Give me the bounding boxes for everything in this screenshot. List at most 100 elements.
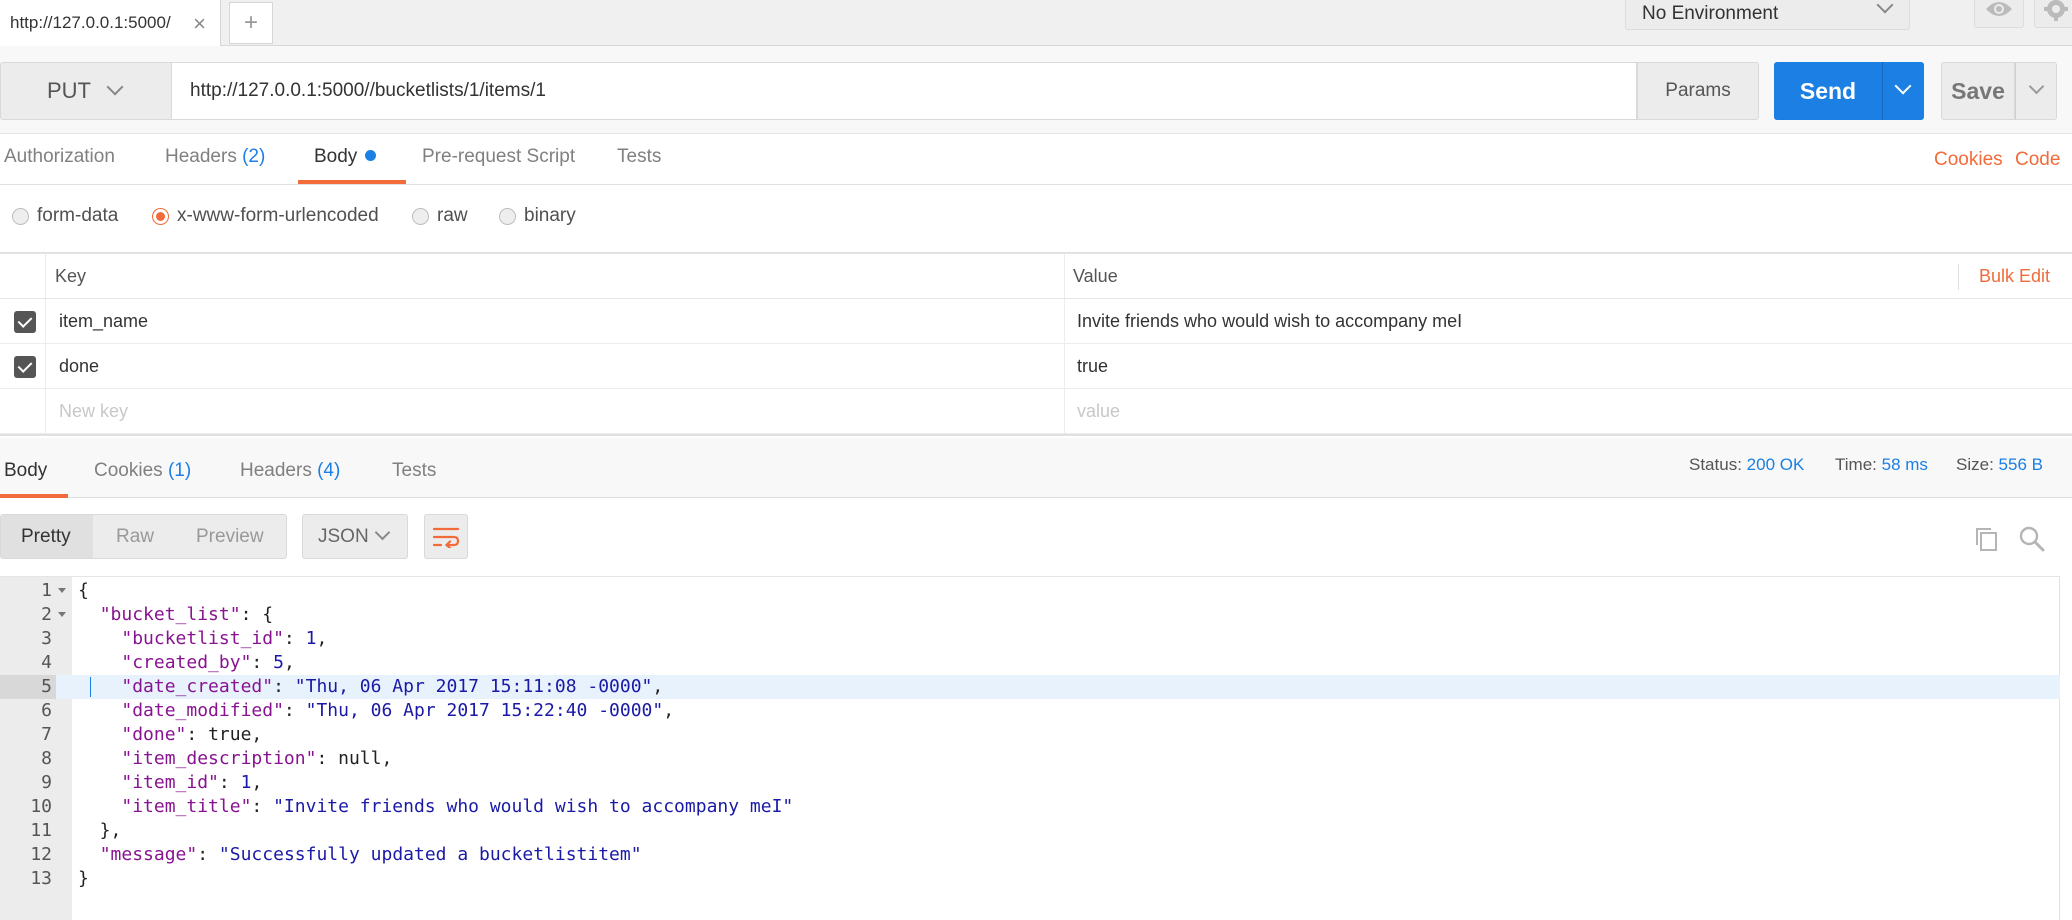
code-line: 1{ (0, 579, 2060, 603)
environment-label: No Environment (1642, 3, 1779, 24)
response-tabs: Body Cookies (1) Headers (4) Tests Statu… (0, 438, 2072, 498)
radio-raw[interactable]: raw (412, 205, 468, 227)
response-view-toolbar: Pretty Raw Preview JSON (0, 498, 2072, 576)
radio-form-data-label: form-data (37, 205, 119, 226)
code-line: 12 "message": "Successfully updated a bu… (0, 843, 2060, 867)
view-mode-group: Pretty Raw Preview (0, 514, 287, 559)
eye-icon (1986, 2, 2012, 16)
fold-arrow-icon[interactable] (58, 588, 66, 593)
response-body-code[interactable]: 1{2 "bucket_list": {3 "bucketlist_id": 1… (0, 576, 2060, 920)
radio-form-data[interactable]: form-data (12, 205, 118, 227)
tab-body[interactable]: Body (314, 146, 377, 168)
tab-headers[interactable]: Headers (2) (165, 146, 265, 168)
params-button[interactable]: Params (1637, 62, 1759, 120)
request-url-bar: PUT Params Send Save (0, 46, 2072, 134)
code-line: 13} (0, 867, 2060, 891)
save-button[interactable]: Save (1941, 62, 2015, 120)
request-tab[interactable]: http://127.0.0.1:5000/ × (0, 0, 221, 46)
response-tab-tests[interactable]: Tests (392, 460, 436, 482)
code-text: "message": "Successfully updated a bucke… (99, 844, 642, 865)
param-value[interactable]: Invite friends who would wish to accompa… (1077, 311, 1462, 332)
chevron-down-icon (374, 524, 391, 541)
chevron-down-icon (1876, 0, 1894, 14)
line-number: 1 (41, 580, 52, 601)
row-checkbox[interactable] (14, 356, 36, 378)
new-key-input[interactable]: New key (59, 401, 128, 422)
param-key[interactable]: done (59, 356, 99, 377)
method-select[interactable]: PUT (0, 62, 172, 120)
view-raw-button[interactable]: Raw (116, 526, 154, 548)
environment-quick-look-button[interactable] (1974, 0, 2024, 28)
code-text: "item_title": "Invite friends who would … (121, 796, 794, 817)
tab-pre-request-script[interactable]: Pre-request Script (422, 146, 575, 168)
new-tab-button[interactable]: + (229, 2, 273, 44)
column-divider (1064, 299, 1065, 343)
wrap-lines-button[interactable] (424, 514, 468, 559)
status-meta: Status: 200 OK (1689, 455, 1804, 475)
tab-authorization[interactable]: Authorization (4, 146, 115, 168)
code-text: "date_created": "Thu, 06 Apr 2017 15:11:… (121, 676, 664, 697)
view-preview-button[interactable]: Preview (196, 526, 264, 548)
tab-tests[interactable]: Tests (617, 146, 661, 168)
fold-arrow-icon[interactable] (58, 612, 66, 617)
code-text: "item_id": 1, (121, 772, 263, 793)
cookies-link[interactable]: Cookies (1934, 149, 2003, 171)
settings-button[interactable] (2034, 0, 2072, 28)
table-row-new: New key value (0, 389, 2072, 434)
code-line: 7 "done": true, (0, 723, 2060, 747)
status-label: Status: (1689, 455, 1742, 474)
format-select[interactable]: JSON (302, 514, 408, 559)
copy-icon[interactable] (1974, 526, 2000, 552)
code-link[interactable]: Code (2015, 149, 2060, 171)
size-meta: Size: 556 B (1956, 455, 2043, 475)
radio-binary[interactable]: binary (499, 205, 576, 227)
search-icon[interactable] (2018, 525, 2046, 553)
line-number: 13 (30, 868, 52, 889)
code-text: { (78, 580, 89, 601)
response-tab-cookies[interactable]: Cookies (1) (94, 460, 191, 482)
request-tab-label: http://127.0.0.1:5000/ (10, 13, 171, 32)
radio-circle (412, 207, 429, 225)
radio-circle (152, 207, 169, 225)
method-label: PUT (47, 78, 91, 103)
body-type-options: form-data x-www-form-urlencoded raw bina… (0, 185, 2072, 253)
radio-circle (499, 207, 516, 225)
radio-x-www-form-urlencoded[interactable]: x-www-form-urlencoded (152, 205, 379, 227)
param-key[interactable]: item_name (59, 311, 148, 332)
bulk-edit-link[interactable]: Bulk Edit (1979, 266, 2050, 287)
size-value[interactable]: 556 B (1999, 455, 2043, 474)
check-column (0, 254, 46, 298)
view-pretty-button[interactable]: Pretty (21, 526, 71, 548)
line-number: 11 (30, 820, 52, 841)
time-value[interactable]: 58 ms (1882, 455, 1928, 474)
status-value[interactable]: 200 OK (1747, 455, 1805, 474)
close-tab-icon[interactable]: × (193, 11, 206, 37)
line-number: 2 (41, 604, 52, 625)
format-label: JSON (318, 526, 369, 547)
param-value[interactable]: true (1077, 356, 1108, 377)
table-row: done true (0, 344, 2072, 389)
url-input[interactable] (172, 62, 1637, 120)
check-column (0, 299, 46, 343)
code-line: 5 "date_created": "Thu, 06 Apr 2017 15:1… (0, 675, 2060, 699)
code-line: 11 }, (0, 819, 2060, 843)
new-value-input[interactable]: value (1077, 401, 1120, 422)
column-divider (1064, 389, 1065, 433)
radio-binary-label: binary (524, 205, 576, 226)
line-number: 12 (30, 844, 52, 865)
wrap-lines-icon (432, 527, 460, 548)
environment-select[interactable]: No Environment (1625, 0, 1910, 30)
response-tab-headers[interactable]: Headers (4) (240, 460, 340, 482)
chevron-down-icon (106, 78, 124, 96)
save-options-chevron-icon[interactable] (2015, 62, 2057, 120)
send-button[interactable]: Send (1774, 62, 1882, 120)
line-number: 10 (30, 796, 52, 817)
code-text: } (78, 868, 89, 889)
time-meta: Time: 58 ms (1835, 455, 1928, 475)
line-number: 5 (0, 675, 56, 699)
row-checkbox[interactable] (14, 311, 36, 333)
response-tab-body[interactable]: Body (4, 460, 47, 482)
time-label: Time: (1835, 455, 1877, 474)
send-options-chevron-icon[interactable] (1882, 62, 1924, 120)
code-text: }, (78, 820, 122, 841)
